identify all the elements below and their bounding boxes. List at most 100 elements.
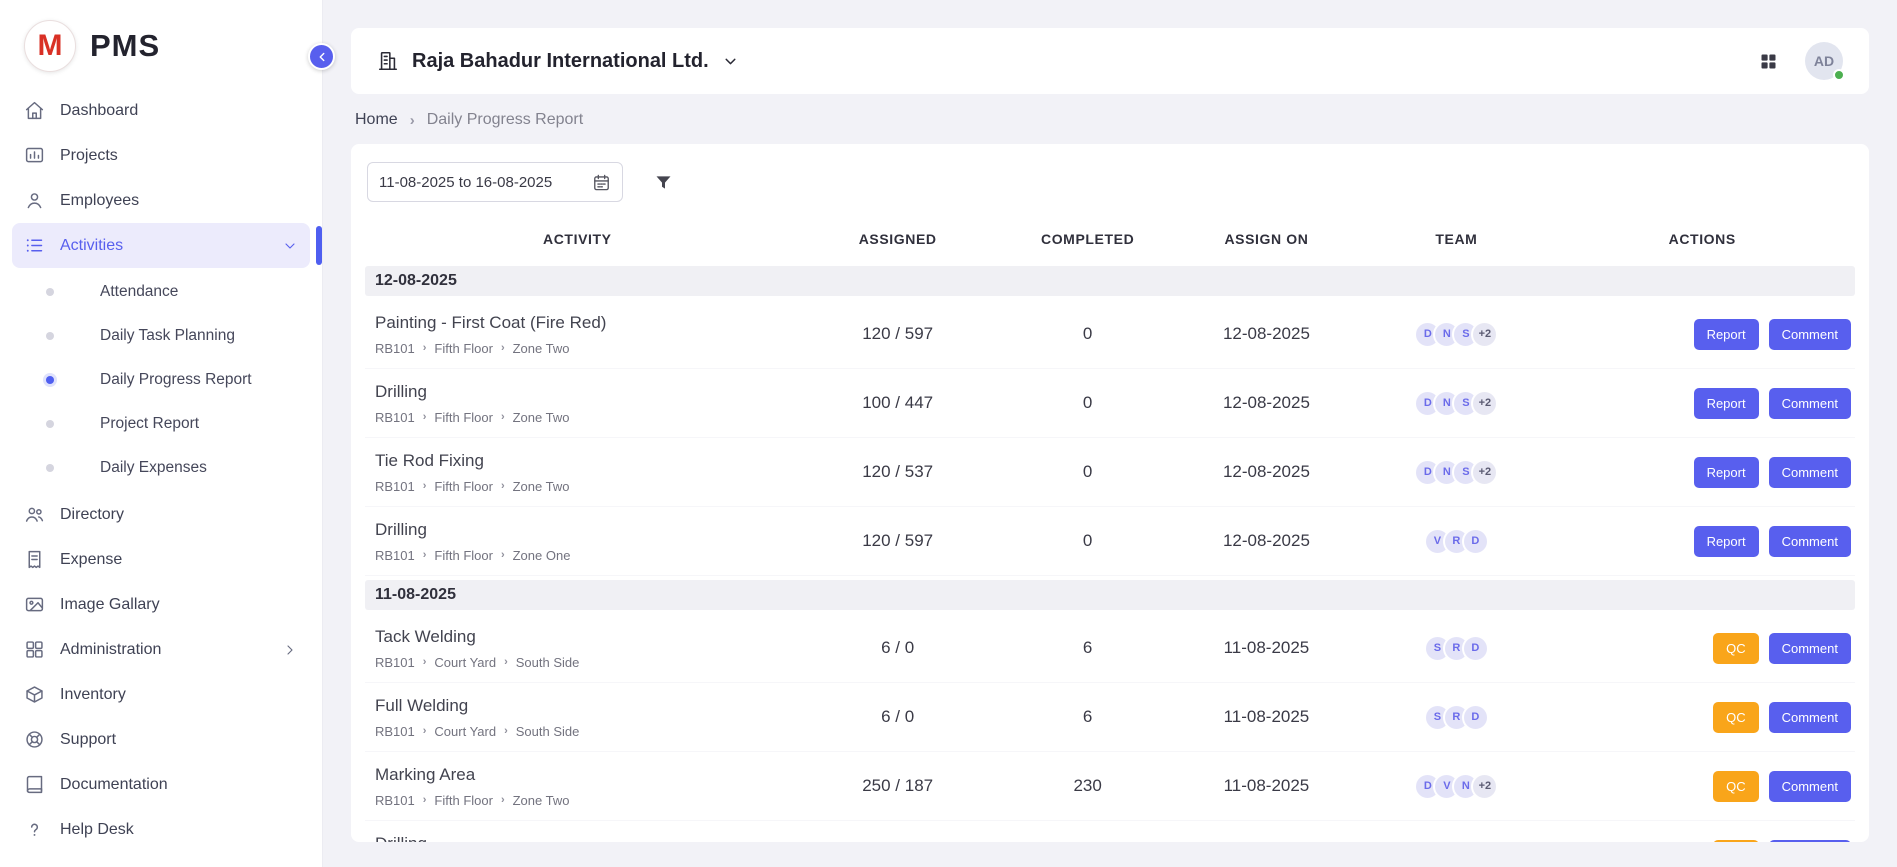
report-button[interactable]: Report: [1694, 526, 1759, 557]
online-status-dot: [1833, 69, 1845, 81]
team-avatar[interactable]: D: [1462, 704, 1489, 731]
location-segment: South Side: [516, 655, 580, 670]
sidebar-nav: Dashboard Projects Employees ActivitiesAtte…: [0, 88, 322, 852]
team-cell: DVN+2: [1363, 773, 1549, 800]
activity-row: Painting - First Coat (Fire Red)RB101›Fi…: [365, 300, 1855, 369]
location-segment: Fifth Floor: [434, 479, 493, 494]
assigned-cell: 6 / 0: [790, 707, 1006, 727]
sidebar-subitem-daily-progress-report[interactable]: Daily Progress Report: [12, 358, 310, 402]
activities-icon: [24, 235, 45, 256]
card-toolbar: 11-08-2025 to 16-08-2025: [365, 162, 1855, 216]
assign-on-cell: 12-08-2025: [1170, 531, 1364, 551]
chevron-right-icon: [282, 642, 298, 658]
breadcrumb-home[interactable]: Home: [355, 111, 398, 129]
comment-button[interactable]: Comment: [1769, 840, 1851, 843]
report-card: 11-08-2025 to 16-08-2025 ACTIVITYASSIGNE…: [351, 144, 1869, 842]
actions-cell: QC Comment: [1550, 771, 1855, 802]
team-avatar[interactable]: D: [1462, 528, 1489, 555]
assign-on-cell: 11-08-2025: [1170, 776, 1364, 796]
activity-location: RB101›Court Yard›South Side: [375, 655, 782, 670]
sidebar-item-documentation[interactable]: Documentation: [12, 762, 310, 807]
activity-location: RB101›Fifth Floor›Zone Two: [375, 479, 782, 494]
qc-button[interactable]: QC: [1713, 702, 1759, 733]
chevron-right-icon: ›: [504, 656, 508, 668]
company-name: Raja Bahadur International Ltd.: [412, 50, 709, 73]
sidebar-item-inventory[interactable]: Inventory: [12, 672, 310, 717]
comment-button[interactable]: Comment: [1769, 633, 1851, 664]
sidebar-subitem-label: Daily Progress Report: [100, 371, 252, 389]
activity-row: Full WeldingRB101›Court Yard›South Side6…: [365, 683, 1855, 752]
completed-cell: 6: [1006, 707, 1170, 727]
location-segment: RB101: [375, 548, 415, 563]
sidebar-item-label: Projects: [60, 147, 118, 165]
sidebar-item-expense[interactable]: Expense: [12, 537, 310, 582]
team-extra-count[interactable]: +2: [1471, 321, 1498, 348]
chevron-right-icon: ›: [504, 725, 508, 737]
location-segment: Fifth Floor: [434, 410, 493, 425]
breadcrumb-current: Daily Progress Report: [427, 111, 584, 129]
chevron-right-icon: ›: [423, 725, 427, 737]
breadcrumb: Home › Daily Progress Report: [351, 94, 1869, 144]
sidebar-subitem-project-report[interactable]: Project Report: [12, 402, 310, 446]
sidebar-item-image-gallary[interactable]: Image Gallary: [12, 582, 310, 627]
sidebar-item-label: Employees: [60, 192, 139, 210]
location-segment: Zone Two: [513, 341, 570, 356]
chevron-right-icon: ›: [501, 549, 505, 561]
activity-cell: Painting - First Coat (Fire Red)RB101›Fi…: [365, 313, 790, 356]
team-cell: VRD: [1363, 528, 1549, 555]
apps-grid-icon[interactable]: [1758, 51, 1779, 72]
comment-button[interactable]: Comment: [1769, 388, 1851, 419]
team-avatar[interactable]: N: [1433, 842, 1460, 843]
qc-button[interactable]: QC: [1713, 633, 1759, 664]
report-button[interactable]: Report: [1694, 319, 1759, 350]
sidebar-item-dashboard[interactable]: Dashboard: [12, 88, 310, 133]
completed-cell: 0: [1006, 531, 1170, 551]
comment-button[interactable]: Comment: [1769, 771, 1851, 802]
comment-button[interactable]: Comment: [1769, 702, 1851, 733]
actions-cell: Report Comment: [1550, 388, 1855, 419]
sidebar-subitem-daily-task-planning[interactable]: Daily Task Planning: [12, 314, 310, 358]
sidebar-item-activities[interactable]: Activities: [12, 223, 310, 268]
report-button[interactable]: Report: [1694, 457, 1759, 488]
group-date-header: 11-08-2025: [365, 580, 1855, 610]
filter-icon[interactable]: [653, 172, 674, 193]
team-avatar[interactable]: R: [1452, 842, 1479, 843]
sidebar-item-label: Dashboard: [60, 102, 138, 120]
sidebar-item-support[interactable]: Support: [12, 717, 310, 762]
date-range-input[interactable]: 11-08-2025 to 16-08-2025: [367, 162, 623, 202]
team-extra-count[interactable]: +2: [1471, 390, 1498, 417]
sidebar-collapse-button[interactable]: [308, 43, 335, 70]
qc-button[interactable]: QC: [1713, 771, 1759, 802]
qc-button[interactable]: QC: [1713, 840, 1759, 843]
activity-location: RB101›Court Yard›South Side: [375, 724, 782, 739]
sidebar-subitem-daily-expenses[interactable]: Daily Expenses: [12, 446, 310, 490]
topbar-right: AD: [1758, 42, 1843, 80]
sidebar-item-help-desk[interactable]: Help Desk: [12, 807, 310, 852]
sidebar-item-directory[interactable]: Directory: [12, 492, 310, 537]
sidebar-subitem-attendance[interactable]: Attendance: [12, 270, 310, 314]
activity-row: Tie Rod FixingRB101›Fifth Floor›Zone Two…: [365, 438, 1855, 507]
activity-title: Drilling: [375, 834, 782, 843]
report-button[interactable]: Report: [1694, 388, 1759, 419]
sidebar-item-administration[interactable]: Administration: [12, 627, 310, 672]
help-icon: [24, 819, 45, 840]
location-segment: Court Yard: [434, 724, 496, 739]
location-segment: Zone Two: [513, 479, 570, 494]
team-extra-count[interactable]: +2: [1471, 459, 1498, 486]
sidebar-item-employees[interactable]: Employees: [12, 178, 310, 223]
activity-title: Marking Area: [375, 765, 782, 785]
team-avatar[interactable]: D: [1462, 635, 1489, 662]
chevron-right-icon: ›: [423, 549, 427, 561]
team-extra-count[interactable]: +2: [1471, 773, 1498, 800]
company-selector[interactable]: Raja Bahadur International Ltd.: [377, 50, 739, 73]
chevron-right-icon: ›: [501, 794, 505, 806]
comment-button[interactable]: Comment: [1769, 457, 1851, 488]
sidebar-item-projects[interactable]: Projects: [12, 133, 310, 178]
comment-button[interactable]: Comment: [1769, 526, 1851, 557]
user-avatar[interactable]: AD: [1805, 42, 1843, 80]
location-segment: Zone One: [513, 548, 571, 563]
comment-button[interactable]: Comment: [1769, 319, 1851, 350]
actions-cell: Report Comment: [1550, 457, 1855, 488]
completed-cell: 0: [1006, 462, 1170, 482]
location-segment: Zone Two: [513, 410, 570, 425]
